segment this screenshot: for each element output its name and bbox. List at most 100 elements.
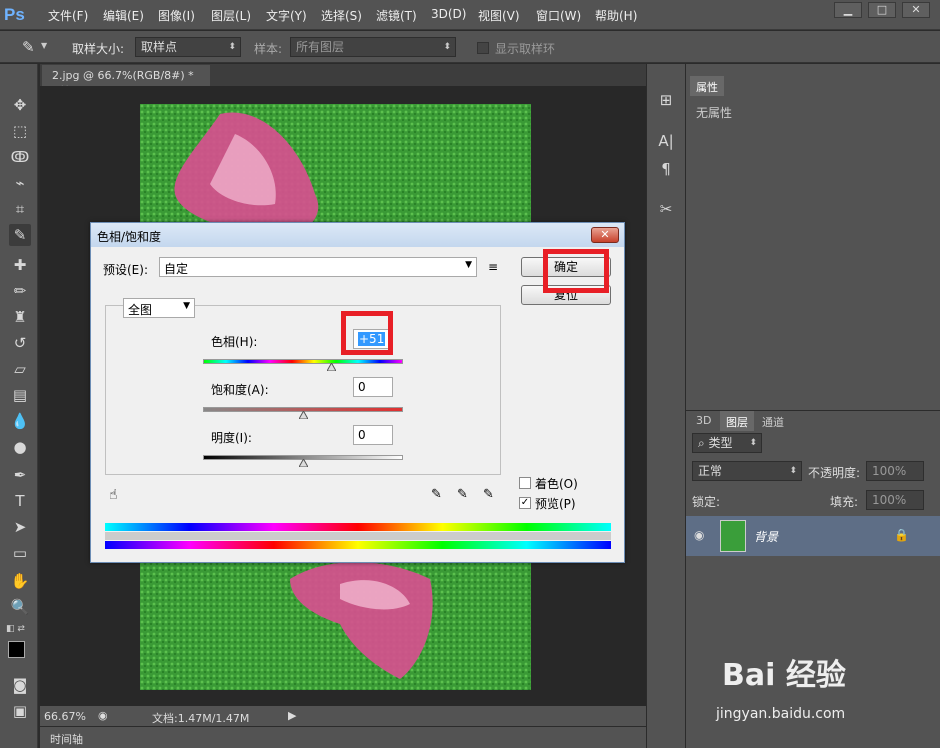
timeline-tab[interactable]: 时间轴: [50, 731, 83, 747]
clone-stamp-tool-icon[interactable]: ♜: [9, 306, 31, 328]
targeted-adjust-hand-icon[interactable]: ☝: [109, 487, 118, 503]
history-panel-icon[interactable]: ⊞: [655, 89, 677, 111]
minimize-button[interactable]: ▁: [834, 2, 862, 18]
tab-3d[interactable]: 3D: [690, 411, 717, 431]
character-panel-icon[interactable]: A|: [655, 130, 677, 152]
crop-tool-icon[interactable]: ⌗: [9, 198, 31, 220]
colorize-checkbox[interactable]: [519, 477, 531, 489]
sample-size-select[interactable]: 取样点 ⬍: [135, 37, 241, 57]
adjust-group: [105, 305, 501, 475]
chevron-down-icon: ▼: [183, 301, 190, 311]
tab-channels[interactable]: 通道: [756, 411, 790, 431]
original-color-bar: [105, 541, 611, 549]
status-arrow-icon[interactable]: ▶: [288, 709, 296, 722]
visibility-eye-icon[interactable]: ◉: [694, 528, 704, 542]
eyedropper-plus-icon[interactable]: ✎: [457, 487, 468, 502]
opacity-input[interactable]: 100%: [866, 461, 924, 481]
zoom-tool-icon[interactable]: 🔍: [9, 596, 31, 618]
layer-filter-select[interactable]: ⌕ 类型 ⬍: [692, 433, 762, 453]
default-colors-icon[interactable]: ◧ ⇄: [6, 624, 25, 634]
sample-value: 所有图层: [296, 40, 345, 54]
eyedropper-minus-icon[interactable]: ✎: [483, 487, 494, 502]
channel-select[interactable]: 全图 ▼: [123, 298, 195, 318]
close-icon[interactable]: ✕: [591, 227, 619, 243]
select-arrows-icon: ⬍: [228, 42, 236, 52]
menu-type[interactable]: 文字(Y): [266, 7, 307, 24]
sample-select[interactable]: 所有图层 ⬍: [290, 37, 456, 57]
document-tab-label: 2.jpg @ 66.7%(RGB/8#) *: [52, 69, 194, 82]
saturation-slider-thumb[interactable]: [299, 411, 308, 419]
saturation-field[interactable]: 0: [353, 377, 393, 397]
screen-mode-icon[interactable]: ▣: [9, 700, 31, 722]
watermark-url: jingyan.baidu.com: [716, 706, 846, 722]
paragraph-panel-icon[interactable]: ¶: [655, 158, 677, 180]
fill-input[interactable]: 100%: [866, 490, 924, 510]
close-window-button[interactable]: ✕: [902, 2, 930, 18]
hue-slider[interactable]: [203, 359, 403, 364]
menu-select[interactable]: 选择(S): [321, 7, 362, 24]
menu-window[interactable]: 窗口(W): [536, 7, 581, 24]
document-tab[interactable]: 2.jpg @ 66.7%(RGB/8#) * ×: [42, 65, 210, 95]
tool-preset-dropdown-icon[interactable]: ▼: [41, 41, 47, 50]
path-select-tool-icon[interactable]: ➤: [9, 516, 31, 538]
window-controls: ▁ □ ✕: [834, 2, 934, 18]
photoshop-logo: Ps: [4, 5, 25, 24]
eraser-tool-icon[interactable]: ▱: [9, 358, 31, 380]
tools-panel: ✥ ⬚ ↂ ⌁ ⌗ ✎ ✚ ✏ ♜ ↺ ▱ ▤ 💧 ● ✒ T ➤ ▭ ✋ 🔍 …: [0, 64, 38, 748]
shape-tool-icon[interactable]: ▭: [9, 542, 31, 564]
opacity-value: 100%: [872, 464, 907, 478]
menu-layer[interactable]: 图层(L): [211, 7, 251, 24]
select-arrows-icon: ⬍: [443, 42, 451, 52]
layer-row[interactable]: ◉ 背景 🔒: [686, 516, 940, 556]
menu-view[interactable]: 视图(V): [478, 7, 520, 24]
show-ring-label: 显示取样环: [495, 42, 556, 56]
hand-tool-icon[interactable]: ✋: [9, 570, 31, 592]
quick-select-tool-icon[interactable]: ⌁: [9, 172, 31, 194]
blend-mode-select[interactable]: 正常 ⬍: [692, 461, 802, 481]
healing-brush-tool-icon[interactable]: ✚: [9, 254, 31, 276]
type-tool-icon[interactable]: T: [9, 490, 31, 512]
lightness-value: 0: [358, 428, 366, 442]
pen-tool-icon[interactable]: ✒: [9, 464, 31, 486]
layer-name[interactable]: 背景: [754, 528, 778, 545]
maximize-button[interactable]: □: [868, 2, 896, 18]
history-brush-tool-icon[interactable]: ↺: [9, 332, 31, 354]
lightness-field[interactable]: 0: [353, 425, 393, 445]
tab-properties[interactable]: 属性: [690, 76, 724, 96]
hue-slider-thumb[interactable]: [326, 363, 336, 371]
ok-highlight-box: [543, 249, 609, 293]
menu-filter[interactable]: 滤镜(T): [376, 7, 417, 24]
menu-help[interactable]: 帮助(H): [595, 7, 637, 24]
preset-select[interactable]: 自定 ▼: [159, 257, 477, 277]
eyedropper-icon[interactable]: ✎: [22, 38, 35, 56]
marquee-tool-icon[interactable]: ⬚: [9, 120, 31, 142]
hue-saturation-dialog: 色相/饱和度 ✕ 预设(E): 自定 ▼ ≡ 确定 复位 全图 ▼ 色相(H):…: [90, 222, 625, 563]
status-bar: 66.67% ◉ 文档:1.47M/1.47M ▶: [40, 706, 646, 726]
zoom-level[interactable]: 66.67%: [44, 710, 86, 723]
menu-image[interactable]: 图像(I): [158, 7, 195, 24]
gradient-tool-icon[interactable]: ▤: [9, 384, 31, 406]
dodge-tool-icon[interactable]: ●: [9, 436, 31, 458]
menu-edit[interactable]: 编辑(E): [103, 7, 144, 24]
blend-mode-value: 正常: [698, 464, 723, 478]
status-menu-icon[interactable]: ◉: [98, 709, 108, 722]
move-tool-icon[interactable]: ✥: [9, 94, 31, 116]
menu-file[interactable]: 文件(F): [48, 7, 88, 24]
lasso-tool-icon[interactable]: ↂ: [9, 146, 31, 168]
sample-size-value: 取样点: [141, 40, 178, 54]
blur-tool-icon[interactable]: 💧: [9, 410, 31, 432]
tools-preset-icon[interactable]: ✂: [655, 198, 677, 220]
color-range-bar: [105, 532, 611, 540]
eyedropper-icon[interactable]: ✎: [431, 487, 442, 502]
brush-tool-icon[interactable]: ✏: [9, 280, 31, 302]
menu-3d[interactable]: 3D(D): [431, 7, 466, 21]
tab-layers[interactable]: 图层: [720, 411, 754, 431]
preset-options-icon[interactable]: ≡: [488, 260, 498, 274]
eyedropper-tool-icon[interactable]: ✎: [9, 224, 31, 246]
show-ring-checkbox[interactable]: [477, 42, 489, 54]
foreground-color-swatch[interactable]: [8, 641, 25, 658]
preview-checkbox[interactable]: ✓: [519, 497, 531, 509]
lightness-slider-thumb[interactable]: [299, 459, 308, 467]
quick-mask-icon[interactable]: ◙: [9, 674, 31, 696]
adjusted-color-bar: [105, 523, 611, 531]
